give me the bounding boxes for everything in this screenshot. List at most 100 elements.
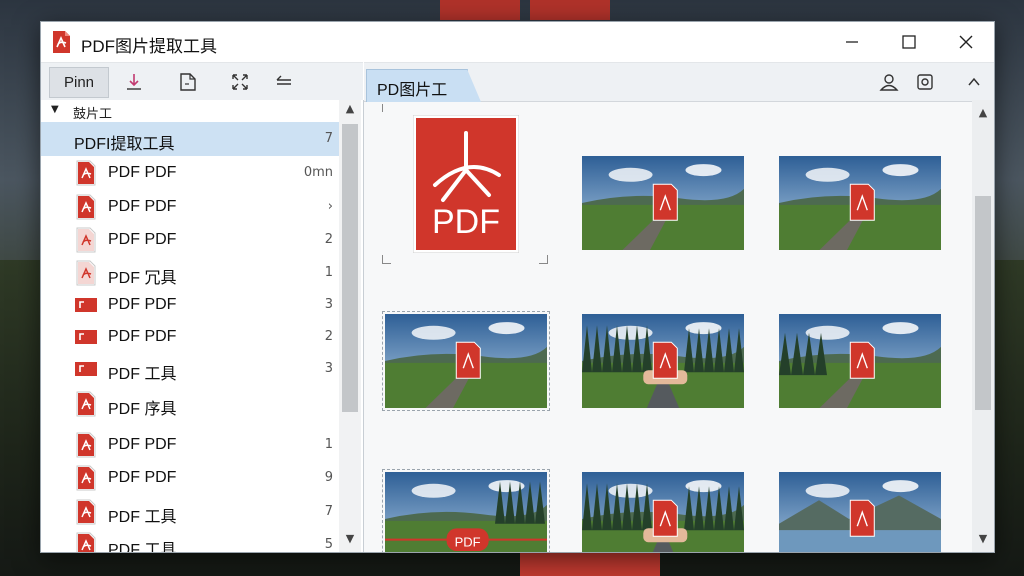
tree-header-label: 鼓片工 [73,106,113,121]
scroll-down-icon[interactable]: ▼ [339,532,361,550]
pdf-file-icon [76,391,96,417]
list-item-label: PDF 序具 [108,401,177,418]
title-bar[interactable]: PDF图片提取工具 [41,22,994,62]
list-item-count: 3 [324,297,333,312]
content-scrollbar[interactable]: ▲ ▼ [972,100,994,552]
list-item[interactable]: PDF PDF › [41,190,339,224]
back-arrow-icon[interactable] [273,71,295,93]
list-item-selected[interactable]: PDFI提取工具 7 [41,122,339,156]
list-item[interactable]: PDF 工具 3 [41,352,339,386]
minimize-icon [846,41,858,43]
list-item[interactable]: PDF 冗具 1 [41,256,339,290]
list-item-label: PDF 工具 [108,366,177,383]
list-item-count: 0mn [303,165,333,180]
image-thumbnail[interactable]: PDF [385,472,547,552]
app-window: PDF图片提取工具 Pinn ▼ 鼓片工 PDFI提取工具 7 PDF PDF … [40,21,995,553]
list-item-count: 7 [324,504,333,519]
maximize-icon [902,35,916,49]
landscape-image [582,156,744,250]
pdf-file-icon [76,465,96,491]
list-item-count: 5 [324,537,333,552]
image-thumbnail[interactable] [779,314,941,408]
list-item[interactable]: PDF PDF 0mn [41,156,339,190]
sidebar-scrollbar[interactable]: ▲ ▼ [339,100,361,552]
image-thumbnail[interactable] [582,472,744,552]
landscape-image [385,314,547,408]
expand-icon[interactable] [229,71,251,93]
pdf-file-icon [76,227,96,253]
close-icon [959,35,973,49]
list-item[interactable]: PDF 序具 [41,387,339,421]
pdf-file-icon [75,298,97,312]
image-thumbnail[interactable] [385,314,547,408]
pdf-file-icon [76,160,96,186]
banner-pdf-label: PDF [455,534,481,549]
landscape-image [779,156,941,250]
list-item[interactable]: PDF 工具 5 [41,528,339,552]
list-item-label: PDF PDF [108,469,177,486]
list-item-label: PDF 工具 [108,509,177,526]
settings-refresh-icon[interactable] [914,71,936,93]
crop-mark [382,255,391,264]
pdf-app-icon [53,31,70,53]
pdf-file-icon [76,432,96,458]
pdf-file-icon [76,532,96,552]
tab-slant [467,69,481,102]
landscape-image [779,314,941,408]
pdf-logo-text: PDF [432,203,500,241]
tab-bar: PD图片工 [364,62,994,102]
list-item-count: 2 [324,329,333,344]
image-grid: PDF PDF [364,100,970,552]
maximize-button[interactable] [881,22,937,62]
list-item-count: 1 [324,265,333,280]
list-item-label: PDF 工具 [108,542,177,552]
collapse-up-icon[interactable] [963,71,985,93]
scrollbar-thumb[interactable] [342,124,358,412]
list-item[interactable]: PDF PDF 1 [41,428,339,462]
pdf-logo-thumbnail[interactable]: PDF [412,114,520,254]
list-item-count: 7 [324,131,333,146]
crop-mark [382,104,391,112]
list-item-count: 3 [324,361,333,376]
image-thumbnail[interactable] [582,314,744,408]
window-title: PDF图片提取工具 [81,37,217,56]
scrollbar-thumb[interactable] [975,196,991,410]
caret-down-icon[interactable]: ▼ [51,104,59,115]
image-thumbnail[interactable] [779,156,941,250]
scroll-down-icon[interactable]: ▼ [972,532,994,550]
scroll-up-icon[interactable]: ▲ [972,106,994,124]
list-item[interactable]: PDF PDF 3 [41,288,339,322]
list-item-label: PDF PDF [108,198,177,215]
pdf-file-icon [75,362,97,376]
document-icon[interactable] [177,71,199,93]
tab-images-label: PD图片工 [377,82,448,99]
crop-mark [539,255,548,264]
user-icon[interactable] [878,71,900,93]
landscape-image [582,472,744,552]
list-item[interactable]: PDF PDF 9 [41,461,339,495]
list-item-count: 1 [324,437,333,452]
minimize-button[interactable] [824,22,880,62]
close-button[interactable] [938,22,994,62]
pin-button[interactable]: Pinn [49,67,109,98]
scroll-up-icon[interactable]: ▲ [339,102,361,120]
list-item-label: PDF PDF [108,164,177,181]
landscape-image: PDF [385,472,547,552]
tree-header[interactable]: ▼ 鼓片工 [41,100,341,122]
backdrop-red-block [530,0,610,20]
pdf-file-icon [75,330,97,344]
list-item[interactable]: PDF PDF 2 [41,223,339,257]
image-preview-panel: PD图片工 PDF PDF ▲ ▼ [364,62,994,552]
sidebar-toolbar: Pinn [41,62,363,102]
list-item-label: PDF 冗具 [108,270,177,287]
tab-images[interactable]: PD图片工 [366,69,481,102]
landscape-image [779,472,941,552]
download-icon[interactable] [123,71,145,93]
list-item-label: PDF PDF [108,328,177,345]
list-item[interactable]: PDF PDF 2 [41,320,339,354]
image-thumbnail[interactable] [582,156,744,250]
image-thumbnail[interactable] [779,472,941,552]
list-item[interactable]: PDF 工具 7 [41,495,339,529]
list-item-label: PDFI提取工具 [74,136,175,153]
pdf-file-icon [76,260,96,286]
